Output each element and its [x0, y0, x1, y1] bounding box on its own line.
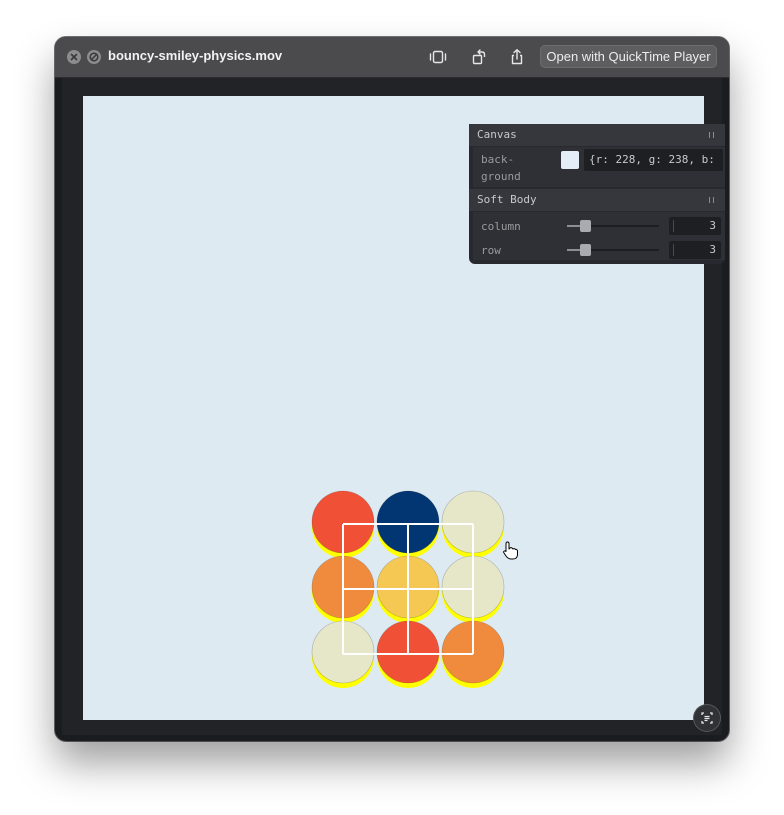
share-icon	[511, 49, 523, 65]
column-slider[interactable]	[567, 220, 659, 232]
video-player[interactable]: Canvas back- ground {r: 228, g: 238, b: …	[62, 78, 725, 735]
hand-cursor-icon	[503, 541, 518, 560]
tweakpane-panel: Canvas back- ground {r: 228, g: 238, b: …	[469, 124, 725, 264]
quicklook-window: bouncy-smiley-physics.mov Open with Quic…	[55, 37, 729, 741]
window-title: bouncy-smiley-physics.mov	[108, 48, 283, 63]
live-text-button[interactable]	[694, 705, 720, 731]
row-number-input[interactable]: 3	[669, 241, 721, 259]
title-bar: bouncy-smiley-physics.mov Open with Quic…	[55, 37, 729, 78]
row-value: 3	[709, 243, 716, 256]
rotate-icon	[472, 49, 486, 65]
fullscreen-disabled-button[interactable]	[87, 50, 101, 64]
softbody-section-title: Soft Body	[477, 193, 537, 206]
no-entry-icon	[89, 52, 99, 62]
background-label-line1: back-	[481, 153, 515, 166]
live-text-icon	[701, 712, 713, 724]
column-number-input[interactable]: 3	[669, 217, 721, 235]
open-with-quicktime-button[interactable]: Open with QuickTime Player	[540, 45, 717, 68]
close-icon	[70, 53, 78, 61]
background-color-input[interactable]: {r: 228, g: 238, b:	[584, 149, 723, 171]
canvas-section-title: Canvas	[477, 128, 517, 141]
grip-icon	[709, 197, 715, 203]
row-slider-knob[interactable]	[579, 244, 591, 256]
background-color-swatch[interactable]	[561, 151, 579, 169]
background-label-line2: ground	[481, 170, 521, 183]
row-label: row	[481, 244, 501, 257]
close-button[interactable]	[67, 50, 81, 64]
softbody-section-header[interactable]: Soft Body	[469, 189, 725, 211]
canvas-section-header[interactable]: Canvas	[469, 124, 725, 146]
rotate-button[interactable]	[469, 47, 489, 67]
column-slider-knob[interactable]	[579, 220, 591, 232]
column-label: column	[481, 220, 521, 233]
share-button[interactable]	[507, 47, 527, 67]
column-value: 3	[709, 219, 716, 232]
grip-icon	[709, 132, 715, 138]
row-slider[interactable]	[567, 244, 659, 256]
trim-icon	[429, 50, 447, 64]
trim-button[interactable]	[428, 47, 448, 67]
